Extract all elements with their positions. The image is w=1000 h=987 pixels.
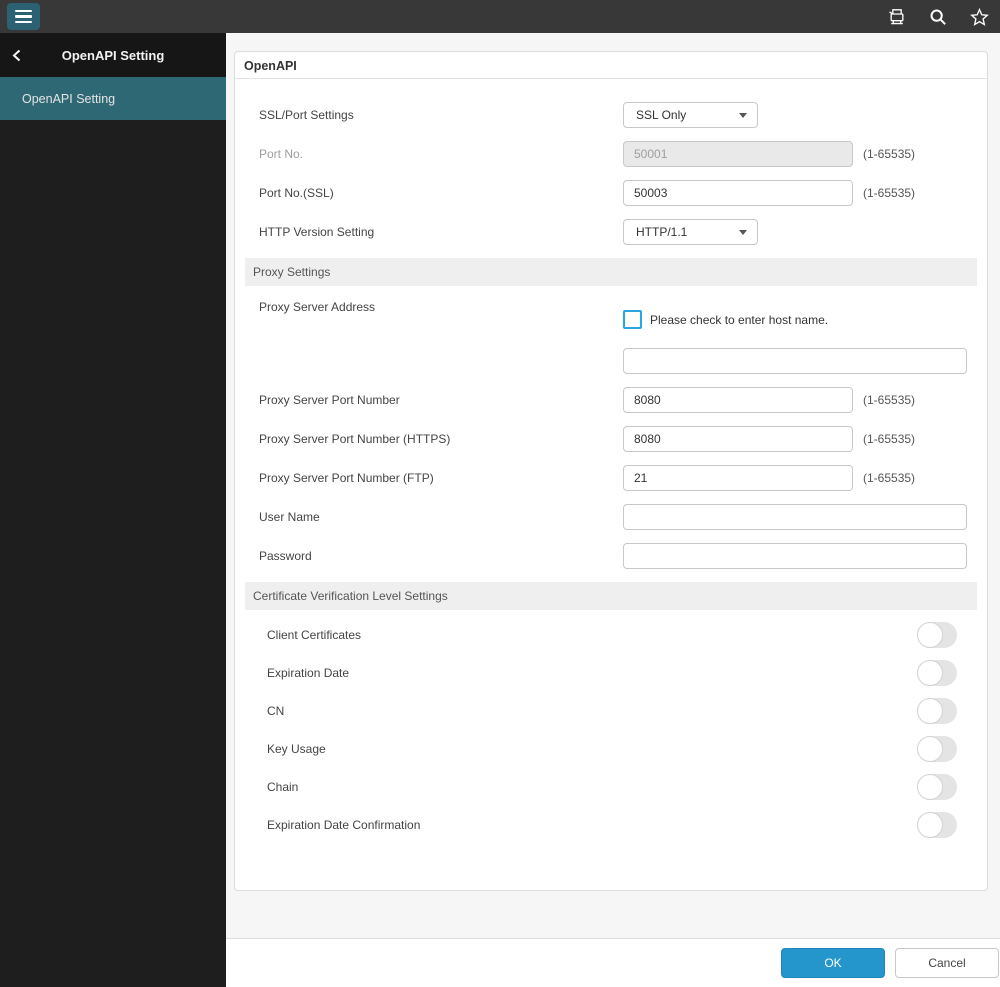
chain-row: Chain [235,774,987,800]
port-no-ssl-hint: (1-65535) [863,186,916,200]
http-version-label: HTTP Version Setting [259,225,375,239]
expiration-date-confirmation-toggle[interactable] [917,812,957,838]
sidebar-header: OpenAPI Setting [0,33,226,77]
toggle-knob [917,774,943,800]
ssl-port-settings-label: SSL/Port Settings [259,108,354,122]
device-printer-icon[interactable] [886,6,908,28]
proxy-port-ftp-row: Proxy Server Port Number (FTP) (1-65535) [235,465,987,491]
http-version-select[interactable]: HTTP/1.1 [623,219,758,245]
port-no-input [623,141,853,167]
proxy-port-row: Proxy Server Port Number (1-65535) [235,387,987,413]
expiration-date-confirmation-label: Expiration Date Confirmation [267,818,421,832]
expiration-date-toggle[interactable] [917,660,957,686]
certificate-section-header: Certificate Verification Level Settings [245,582,977,610]
proxy-port-input[interactable] [623,387,853,413]
expiration-date-label: Expiration Date [267,666,350,680]
password-label: Password [259,549,312,563]
proxy-server-address-input[interactable] [623,348,967,374]
key-usage-row: Key Usage [235,736,987,762]
menu-button[interactable] [7,3,40,30]
cn-toggle[interactable] [917,698,957,724]
proxy-port-ftp-hint: (1-65535) [863,471,916,485]
cn-row: CN [235,698,987,724]
page-title: OpenAPI [235,52,987,79]
user-name-row: User Name [235,504,987,530]
cn-label: CN [267,704,285,718]
port-no-row: Port No. (1-65535) [235,141,987,167]
hostname-checkbox-label: Please check to enter host name. [650,312,829,327]
client-certificates-toggle[interactable] [917,622,957,648]
client-certificates-row: Client Certificates [235,622,987,648]
proxy-port-ftp-label: Proxy Server Port Number (FTP) [259,471,434,485]
proxy-port-https-input[interactable] [623,426,853,452]
back-chevron-icon[interactable] [12,33,21,77]
user-name-label: User Name [259,510,320,524]
favorite-star-icon[interactable] [968,6,990,28]
port-no-ssl-row: Port No.(SSL) (1-65535) [235,180,987,206]
toggle-knob [917,660,943,686]
chain-toggle[interactable] [917,774,957,800]
proxy-port-https-hint: (1-65535) [863,432,916,446]
password-input[interactable] [623,543,967,569]
hostname-checkbox[interactable] [623,310,642,329]
search-icon[interactable] [927,6,949,28]
key-usage-label: Key Usage [267,742,326,756]
sidebar: OpenAPI Setting OpenAPI Setting [0,33,226,987]
http-version-value: HTTP/1.1 [636,225,688,239]
proxy-port-https-row: Proxy Server Port Number (HTTPS) (1-6553… [235,426,987,452]
expiration-date-confirmation-row: Expiration Date Confirmation [235,812,987,838]
openapi-settings-card: OpenAPI SSL/Port Settings SSL Only Port … [234,51,988,891]
toggle-knob [917,698,943,724]
proxy-port-ftp-input[interactable] [623,465,853,491]
proxy-port-https-label: Proxy Server Port Number (HTTPS) [259,432,451,446]
ok-button[interactable]: OK [781,948,885,978]
http-version-row: HTTP Version Setting HTTP/1.1 [235,219,987,245]
hamburger-icon [15,9,32,13]
sidebar-item-openapi-setting[interactable]: OpenAPI Setting [0,77,226,120]
chevron-down-icon [739,229,747,235]
ssl-port-settings-select[interactable]: SSL Only [623,102,758,128]
port-no-hint: (1-65535) [863,147,916,161]
toggle-knob [917,736,943,762]
port-no-ssl-label: Port No.(SSL) [259,186,334,200]
toggle-knob [917,622,943,648]
port-no-label: Port No. [259,147,304,161]
port-no-ssl-input[interactable] [623,180,853,206]
proxy-port-label: Proxy Server Port Number [259,393,400,407]
proxy-settings-section-header: Proxy Settings [245,258,977,286]
main-content: OpenAPI SSL/Port Settings SSL Only Port … [226,33,1000,938]
cancel-button[interactable]: Cancel [895,948,999,978]
proxy-port-hint: (1-65535) [863,393,916,407]
chain-label: Chain [267,780,299,794]
topbar-icons [886,6,990,28]
proxy-server-address-label: Proxy Server Address [259,300,376,314]
expiration-date-row: Expiration Date [235,660,987,686]
client-certificates-label: Client Certificates [267,628,362,642]
user-name-input[interactable] [623,504,967,530]
footer: OK Cancel [226,938,1000,987]
ssl-port-settings-value: SSL Only [636,108,687,122]
main-area: OpenAPI SSL/Port Settings SSL Only Port … [226,33,1000,987]
toggle-knob [917,812,943,838]
topbar [0,0,1000,33]
proxy-server-address-row: Proxy Server Address Please check to ent… [235,300,987,374]
chevron-down-icon [739,112,747,118]
key-usage-toggle[interactable] [917,736,957,762]
sidebar-title: OpenAPI Setting [61,47,165,63]
ssl-port-settings-row: SSL/Port Settings SSL Only [235,102,987,128]
password-row: Password [235,543,987,569]
